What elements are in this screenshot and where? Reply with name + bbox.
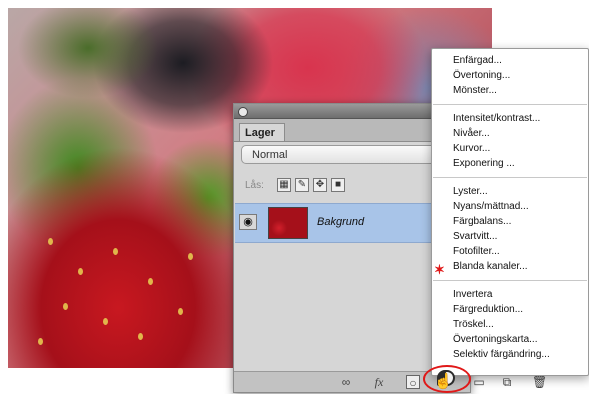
menu-item[interactable]: Intensitet/kontrast... [453,113,540,124]
lock-pixels-icon[interactable]: ✎ [295,178,309,192]
strawberry-seed [63,303,68,310]
close-icon[interactable] [238,107,248,117]
strawberry-seed [48,238,53,245]
menu-separator [433,104,587,105]
menu-item[interactable]: Exponering ... [453,158,515,169]
menu-item[interactable]: Lyster... [453,186,488,197]
fx-icon[interactable]: fx [371,375,387,389]
lock-all-icon[interactable]: ■ [331,178,345,192]
strawberry-seed [113,248,118,255]
menu-item[interactable]: Selektiv färgändring... [453,349,550,360]
menu-separator [433,177,587,178]
tab-layers[interactable]: Lager [239,123,285,141]
menu-item[interactable]: Övertoningskarta... [453,334,537,345]
menu-item[interactable]: Fotofilter... [453,246,500,257]
layer-thumbnail[interactable] [268,207,308,239]
menu-separator [433,280,587,281]
menu-item[interactable]: Övertoning... [453,70,510,81]
menu-item[interactable]: Kurvor... [453,143,490,154]
lock-label: Lås: [245,180,264,191]
trash-icon[interactable]: 🗑 [532,375,547,389]
menu-item[interactable]: Invertera [453,289,492,300]
layer-name[interactable]: Bakgrund [317,216,364,228]
adjustment-layer-menu: Enfärgad... Övertoning... Mönster... Int… [431,48,589,376]
menu-item[interactable]: Tröskel... [453,319,494,330]
menu-item[interactable]: Mönster... [453,85,497,96]
menu-item[interactable]: Nyans/mättnad... [453,201,529,212]
menu-item[interactable]: Färgbalans... [453,216,511,227]
strawberry-seed [103,318,108,325]
strawberry-seed [38,338,43,345]
strawberry-seed [78,268,83,275]
menu-item-channel-mixer[interactable]: Blanda kanaler... [453,261,528,272]
strawberry-seed [188,253,193,260]
visibility-eye-icon[interactable]: ◉ [239,214,257,230]
new-layer-icon[interactable]: ⧉ [500,375,514,389]
group-icon[interactable]: ▭ [472,375,486,389]
menu-item[interactable]: Enfärgad... [453,55,502,66]
pointer-cursor-icon: ☝ [434,373,453,390]
lock-transparency-icon[interactable]: ▦ [277,178,291,192]
red-star-annotation: ✶ [434,262,445,277]
strawberry-seed [138,333,143,340]
menu-item[interactable]: Svartvitt... [453,231,497,242]
menu-item[interactable]: Färgreduktion... [453,304,523,315]
lock-position-icon[interactable]: ✥ [313,178,327,192]
menu-item[interactable]: Nivåer... [453,128,490,139]
link-icon[interactable]: ∞ [338,375,354,389]
mask-icon[interactable]: ○ [406,375,420,390]
strawberry-seed [178,308,183,315]
strawberry-seed [148,278,153,285]
